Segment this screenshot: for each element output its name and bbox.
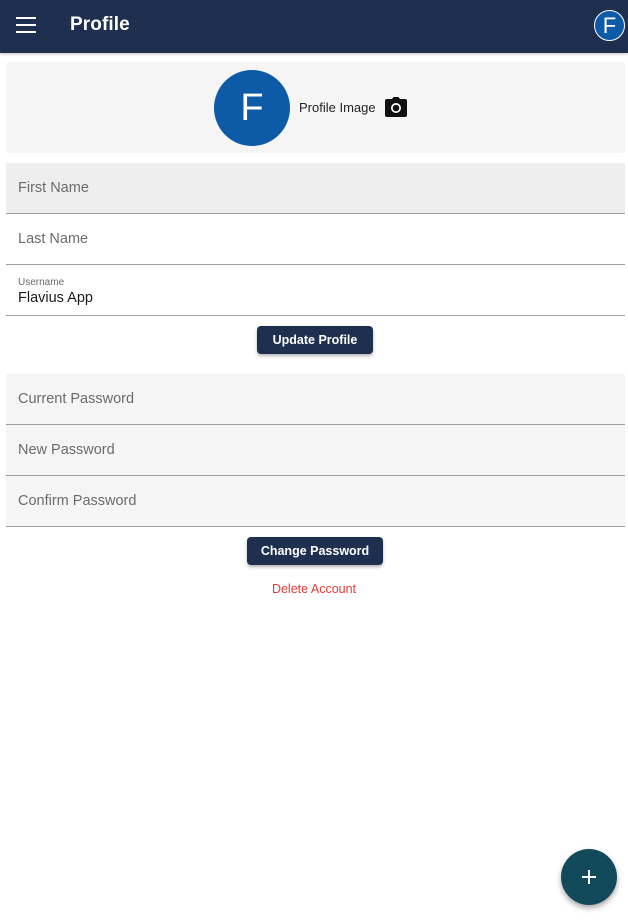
profile-image-card: F Profile Image xyxy=(6,62,625,153)
username-field[interactable]: Username Flavius App xyxy=(6,265,625,316)
current-password-placeholder: Current Password xyxy=(18,391,135,407)
page-title: Profile xyxy=(70,14,130,35)
delete-account-link[interactable]: Delete Account xyxy=(0,582,628,596)
new-password-field[interactable]: New Password xyxy=(6,425,625,476)
menu-icon[interactable] xyxy=(16,17,36,35)
first-name-field[interactable]: First Name xyxy=(6,163,625,214)
first-name-placeholder: First Name xyxy=(18,180,89,196)
new-password-placeholder: New Password xyxy=(18,442,115,458)
current-password-field[interactable]: Current Password xyxy=(6,374,625,425)
confirm-password-placeholder: Confirm Password xyxy=(18,493,137,509)
add-fab-button[interactable] xyxy=(561,849,617,905)
change-password-button[interactable]: Change Password xyxy=(247,537,383,565)
username-label: Username xyxy=(18,277,65,288)
username-value: Flavius App xyxy=(18,290,93,306)
confirm-password-field[interactable]: Confirm Password xyxy=(6,476,625,527)
update-profile-button[interactable]: Update Profile xyxy=(257,326,373,354)
last-name-field[interactable]: Last Name xyxy=(6,214,625,265)
app-bar: Profile F xyxy=(0,0,628,53)
profile-image-label: Profile Image xyxy=(299,100,376,115)
profile-avatar: F xyxy=(214,70,290,146)
user-avatar[interactable]: F xyxy=(594,10,625,41)
camera-icon[interactable] xyxy=(385,97,407,117)
last-name-placeholder: Last Name xyxy=(18,231,89,247)
